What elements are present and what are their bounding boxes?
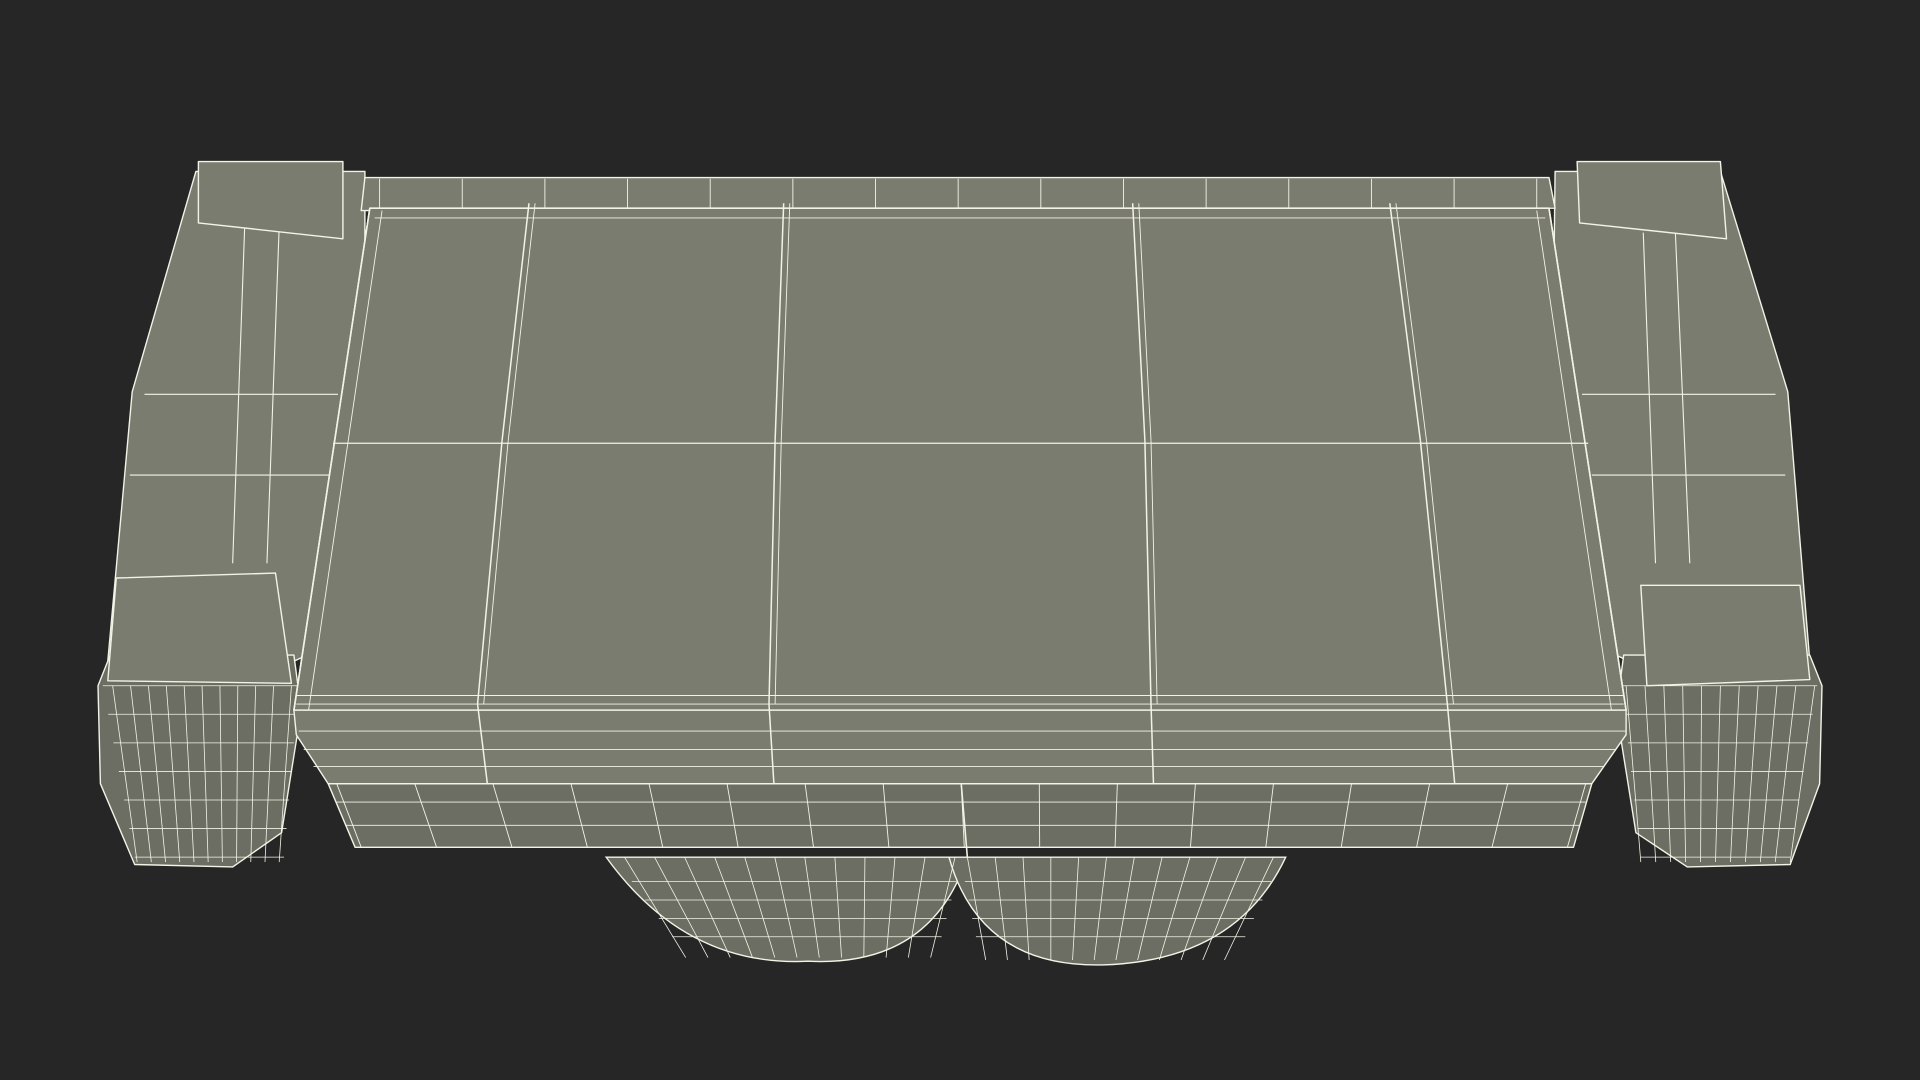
front-base <box>327 783 1593 848</box>
seat-cushion-top <box>293 207 1627 712</box>
right-arm-front-block <box>1640 584 1811 687</box>
left-arm-front-block <box>107 572 293 684</box>
right-arm-front <box>1615 654 1823 868</box>
right-bottom-cushion <box>948 856 1287 966</box>
left-arm-front <box>97 654 302 868</box>
sofa-wireframe <box>97 160 1823 966</box>
seat-cushion-front <box>293 709 1627 785</box>
render-viewport <box>0 0 1920 1080</box>
